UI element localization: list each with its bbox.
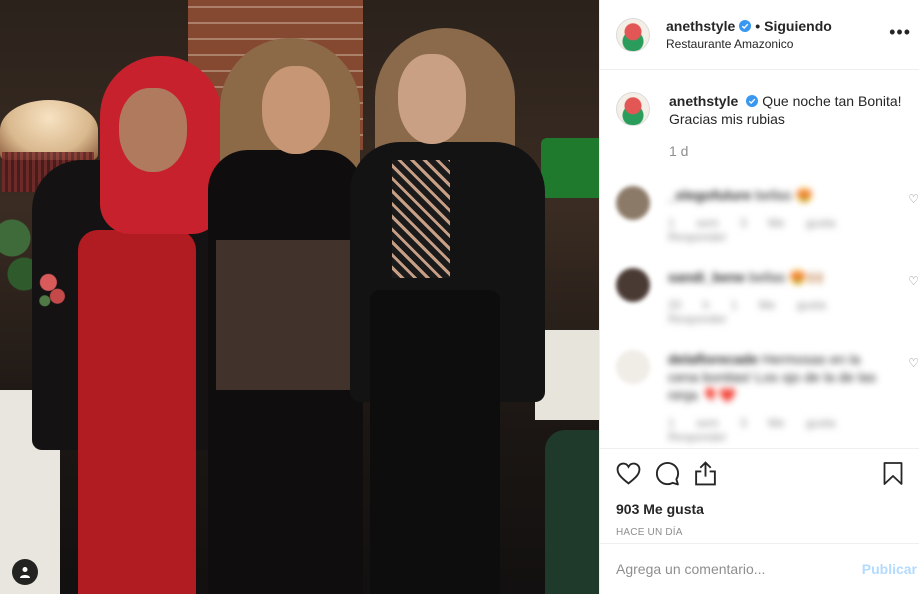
comment-username[interactable]: delaflorecade	[668, 351, 758, 367]
post-sidebar: anethstyle • Siguiendo Restaurante Amazo…	[599, 0, 919, 594]
bookmark-icon[interactable]	[883, 461, 903, 491]
share-icon[interactable]	[694, 460, 717, 486]
like-comment-icon[interactable]: ♡	[908, 274, 919, 288]
person-right-pants	[370, 290, 500, 594]
verified-badge-icon	[739, 20, 752, 32]
avatar[interactable]	[616, 17, 650, 52]
publish-button[interactable]: Publicar	[862, 561, 917, 577]
comment-input[interactable]	[616, 561, 856, 577]
more-options-icon[interactable]: •••	[889, 22, 911, 43]
comments-list[interactable]: anethstyle Que noche tan Bonita! Gracias …	[600, 70, 919, 448]
post-time[interactable]: HACE UN DÍA	[616, 527, 903, 538]
list-item: _elegofulure bellas 😍 1 sem 3 Me gusta R…	[600, 186, 919, 244]
post-photo[interactable]	[0, 0, 599, 594]
list-item: sandi_bene bellas 😍🙌🏼 20 h 1 Me gusta Re…	[600, 268, 919, 326]
person-left-dress	[78, 230, 196, 594]
comment-meta: 1 sem 3 Me gusta Responder	[668, 416, 836, 444]
person-middle-face	[262, 66, 330, 154]
list-item: delaflorecade Hermosas en la cena bonita…	[600, 350, 919, 444]
post-actions: 903 Me gusta HACE UN DÍA	[600, 448, 919, 538]
caption: anethstyle Que noche tan Bonita! Gracias …	[600, 70, 919, 160]
person-left-face	[119, 88, 187, 172]
tagged-users-button[interactable]	[12, 559, 38, 585]
person-middle-mesh-top	[216, 240, 354, 390]
location-link[interactable]: Restaurante Amazonico	[666, 37, 832, 51]
username-link[interactable]: anethstyle	[666, 18, 735, 34]
comment-username[interactable]: _elegofulure	[668, 187, 751, 203]
comment-meta: 20 h 1 Me gusta Responder	[668, 298, 827, 326]
comment-meta: 1 sem 3 Me gusta Responder	[668, 216, 836, 244]
heart-icon[interactable]	[616, 462, 641, 485]
user-icon	[20, 567, 30, 578]
add-comment-bar: Publicar	[600, 543, 919, 594]
following-button[interactable]: Siguiendo	[764, 18, 832, 34]
verified-badge-icon	[746, 95, 759, 107]
comment-avatar[interactable]	[616, 268, 650, 302]
likes-count[interactable]: 903 Me gusta	[616, 501, 903, 517]
like-comment-icon[interactable]: ♡	[908, 192, 919, 206]
like-comment-icon[interactable]: ♡	[908, 356, 919, 370]
comment-text: bellas 😍🙌🏼	[748, 269, 825, 285]
person-right-face	[398, 54, 466, 144]
comment-avatar[interactable]	[616, 350, 650, 384]
green-chair	[545, 430, 599, 594]
comment-avatar[interactable]	[616, 186, 650, 220]
comment-icon[interactable]	[655, 461, 680, 486]
caption-time[interactable]: 1 d	[669, 142, 903, 160]
lamp-shade	[0, 100, 98, 160]
separator-dot: •	[755, 18, 761, 34]
green-lamp	[541, 138, 599, 198]
comment-text: bellas 😍	[755, 187, 814, 203]
comment-username[interactable]: sandi_bene	[668, 269, 745, 285]
caption-avatar[interactable]	[616, 92, 650, 126]
post-header: anethstyle • Siguiendo Restaurante Amazo…	[600, 0, 919, 70]
caption-username[interactable]: anethstyle	[669, 93, 738, 109]
person-right-laced-top	[392, 160, 450, 278]
jacket-flower-embroidery	[34, 264, 70, 310]
